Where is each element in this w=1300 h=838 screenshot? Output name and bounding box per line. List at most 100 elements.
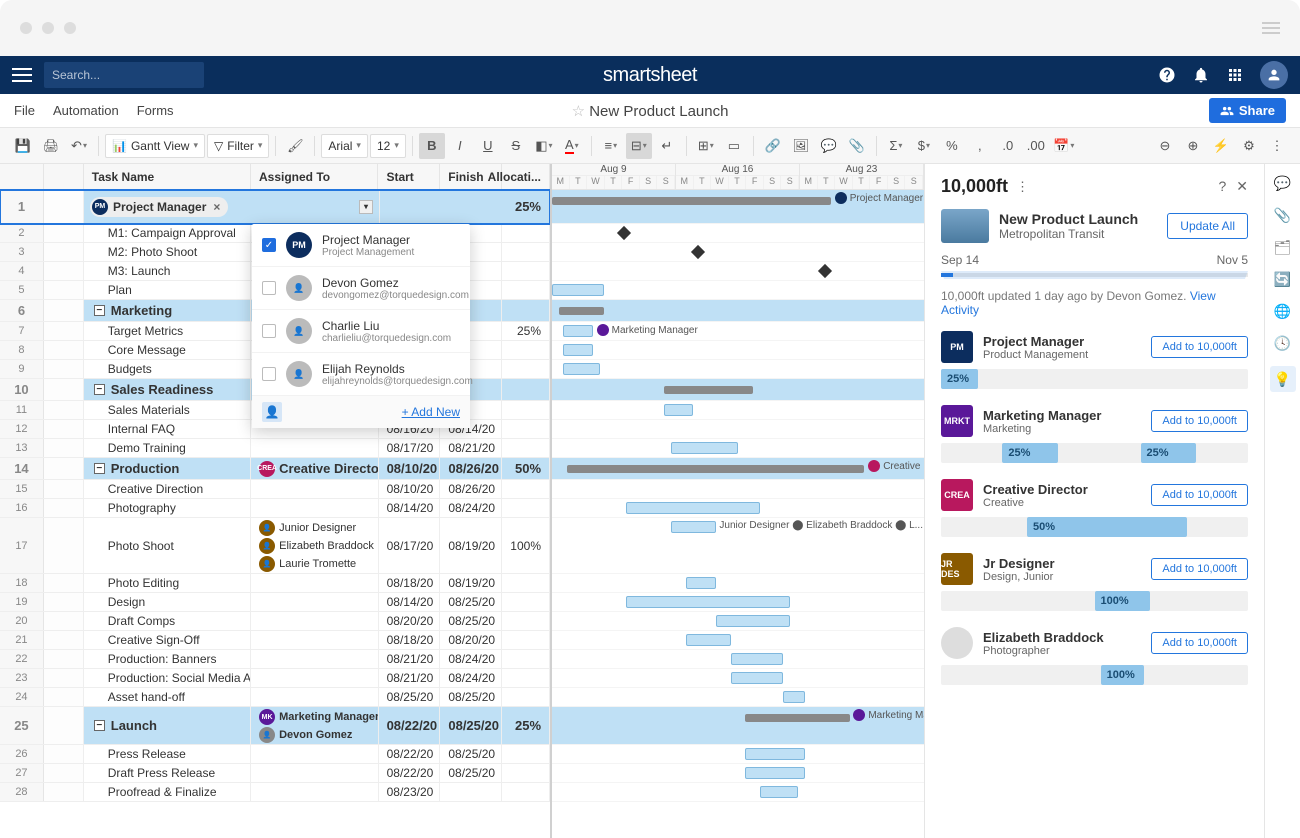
filter-button[interactable]: ▽ Filter [207,134,269,158]
add-to-10000ft-button[interactable]: Add to 10,000ft [1151,558,1248,580]
collapse-toggle[interactable]: − [94,720,105,731]
table-row[interactable]: 19Design08/14/2008/25/20 [0,593,550,612]
panel-menu-icon[interactable]: ⋮ [1016,179,1029,195]
panel-help-icon[interactable]: ? [1218,178,1226,195]
rail-attachments-icon[interactable]: 📎 [1274,206,1292,224]
dropdown-icon[interactable]: ▾ [359,200,373,214]
table-row[interactable]: 26Press Release08/22/2008/25/20 [0,745,550,764]
gear-icon[interactable]: ⚙ [1236,133,1262,159]
sum-icon[interactable]: Σ [883,133,909,159]
currency-icon[interactable]: $ [911,133,937,159]
table-row[interactable]: 1PMProject Manager×▾25% [0,190,550,224]
dec-inc-icon[interactable]: .0 [995,133,1021,159]
add-to-10000ft-button[interactable]: Add to 10,000ft [1151,336,1248,358]
menu-forms[interactable]: Forms [137,103,174,118]
zoom-out-icon[interactable]: ⊖ [1152,133,1178,159]
table-row[interactable]: 27Draft Press Release08/22/2008/25/20 [0,764,550,783]
window-max-dot[interactable] [64,22,76,34]
window-min-dot[interactable] [42,22,54,34]
rail-proofs-icon[interactable]: 🗂 [1274,238,1292,256]
image-icon[interactable]: 🖼 [788,133,814,159]
highlight-button[interactable]: ▭ [721,133,747,159]
italic-button[interactable]: I [447,133,473,159]
critical-path-icon[interactable]: ⚡ [1208,133,1234,159]
sheet-title[interactable]: New Product Launch [572,102,729,120]
col-task[interactable]: Task Name [84,164,251,189]
fontsize-select[interactable]: 12 [370,134,406,158]
more-icon[interactable]: ⋮ [1264,133,1290,159]
user-avatar[interactable] [1260,61,1288,89]
wrap-button[interactable]: ↵ [654,133,680,159]
proof-icon[interactable]: 📎 [844,133,870,159]
align-v-button[interactable]: ⊟ [626,133,652,159]
contact-option[interactable]: ✓PMProject ManagerProject Management [252,224,470,267]
add-to-10000ft-button[interactable]: Add to 10,000ft [1151,484,1248,506]
apps-icon[interactable] [1226,66,1244,84]
search-input[interactable] [52,68,207,82]
col-start[interactable]: Start [378,164,440,189]
table-row[interactable]: 23Production: Social Media Art08/21/2008… [0,669,550,688]
contact-option[interactable]: 👤Elijah Reynoldselijahreynolds@torquedes… [252,353,470,396]
dec-dec-icon[interactable]: .00 [1023,133,1049,159]
table-row[interactable]: 15Creative Direction08/10/2008/26/20 [0,480,550,499]
table-row[interactable]: 18Photo Editing08/18/2008/19/20 [0,574,550,593]
menu-file[interactable]: File [14,103,35,118]
contact-option[interactable]: 👤Devon Gomezdevongomez@torquedesign.com [252,267,470,310]
view-select[interactable]: 📊 Gantt View [105,134,205,158]
menu-automation[interactable]: Automation [53,103,119,118]
align-h-button[interactable]: ≡ [598,133,624,159]
rail-comments-icon[interactable]: 💬 [1274,174,1292,192]
underline-button[interactable]: U [475,133,501,159]
collapse-toggle[interactable]: − [94,305,105,316]
rail-publish-icon[interactable]: 🌐 [1274,302,1292,320]
rail-activity-icon[interactable]: 🕓 [1274,334,1292,352]
add-new-link[interactable]: + Add New [402,405,460,419]
collapse-toggle[interactable]: − [94,463,105,474]
comment-icon[interactable]: 💬 [816,133,842,159]
chip-remove-icon[interactable]: × [211,200,222,214]
fillcolor-button[interactable]: ◧ [531,133,557,159]
table-row[interactable]: 28Proofread & Finalize08/23/20 [0,783,550,802]
textcolor-button[interactable]: A [559,133,585,159]
col-assigned[interactable]: Assigned To [251,164,378,189]
menu-icon[interactable] [12,68,32,82]
comma-icon[interactable]: , [967,133,993,159]
link-icon[interactable]: 🔗 [760,133,786,159]
add-to-10000ft-button[interactable]: Add to 10,000ft [1151,410,1248,432]
panel-close-icon[interactable]: ✕ [1236,178,1248,195]
add-to-10000ft-button[interactable]: Add to 10,000ft [1151,632,1248,654]
table-row[interactable]: 21Creative Sign-Off08/18/2008/20/20 [0,631,550,650]
table-row[interactable]: 20Draft Comps08/20/2008/25/20 [0,612,550,631]
rail-resource-icon[interactable]: 💡 [1270,366,1296,392]
date-icon[interactable]: 📅 [1051,133,1077,159]
help-icon[interactable] [1158,66,1176,84]
window-close-dot[interactable] [20,22,32,34]
share-button[interactable]: Share [1209,98,1286,123]
paint-icon[interactable]: 🖌 [282,133,308,159]
table-row[interactable]: 16Photography08/14/2008/24/20 [0,499,550,518]
save-icon[interactable]: 💾 [10,133,36,159]
zoom-in-icon[interactable]: ⊕ [1180,133,1206,159]
contact-option[interactable]: 👤Charlie Liucharlieliu@torquedesign.com [252,310,470,353]
update-all-button[interactable]: Update All [1167,213,1248,239]
table-row[interactable]: 13Demo Training08/17/2008/21/20 [0,439,550,458]
percent-icon[interactable]: % [939,133,965,159]
contact-dropdown[interactable]: ✓PMProject ManagerProject Management👤Dev… [252,224,470,428]
numformat-button[interactable]: ⊞ [693,133,719,159]
col-alloc[interactable]: Allocati... [502,164,550,189]
table-row[interactable]: 14−ProductionCREACreative Director08/10/… [0,458,550,480]
bold-button[interactable]: B [419,133,445,159]
table-row[interactable]: 24Asset hand-off08/25/2008/25/20 [0,688,550,707]
strike-button[interactable]: S [503,133,529,159]
rail-update-icon[interactable]: 🔄 [1274,270,1292,288]
search-box[interactable] [44,62,204,88]
table-row[interactable]: 22Production: Banners08/21/2008/24/20 [0,650,550,669]
person-icon[interactable]: 👤 [262,402,282,422]
font-select[interactable]: Arial [321,134,368,158]
collapse-toggle[interactable]: − [94,384,105,395]
bell-icon[interactable] [1192,66,1210,84]
table-row[interactable]: 17Photo Shoot👤Junior Designer👤Elizabeth … [0,518,550,574]
browser-menu-icon[interactable] [1262,22,1280,34]
print-icon[interactable]: 🖨 [38,133,64,159]
table-row[interactable]: 25−LaunchMKMarketing Manager👤Devon Gomez… [0,707,550,745]
